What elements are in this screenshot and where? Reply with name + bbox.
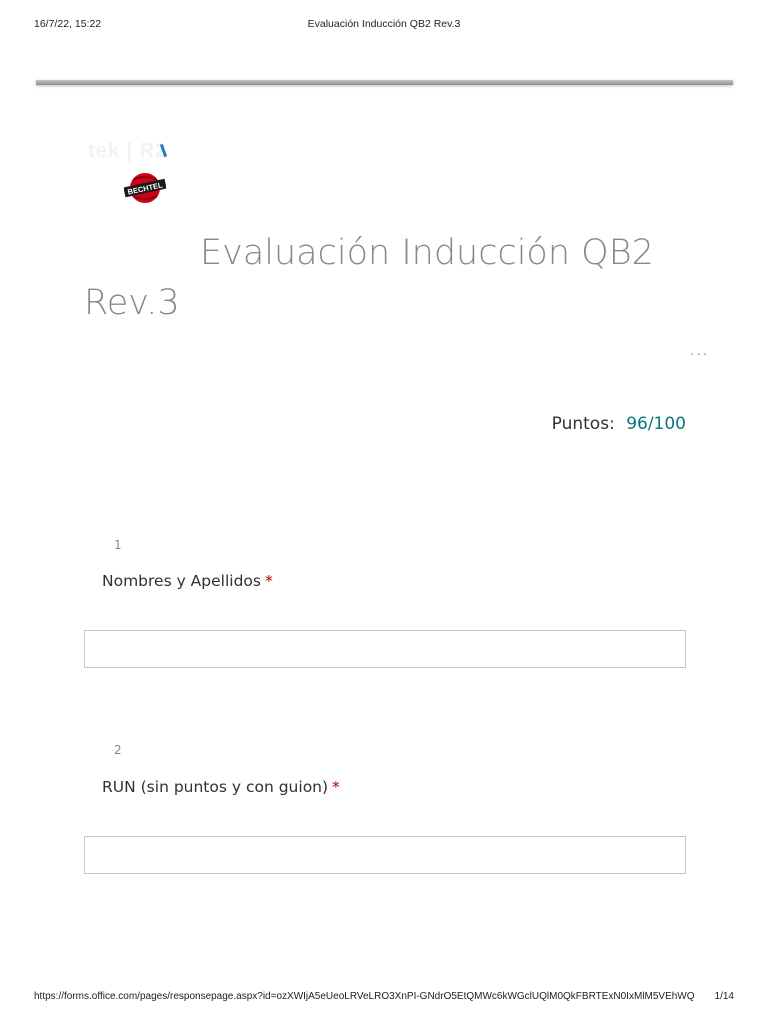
score-display: Puntos: 96/100 <box>552 414 686 434</box>
required-marker: * <box>264 572 273 590</box>
page-url-link[interactable]: https://forms.office.com/pages/responsep… <box>34 991 694 1002</box>
question-number: 2 <box>114 743 122 757</box>
question-title-text: Nombres y Apellidos <box>102 572 261 590</box>
question-title: RUN (sin puntos y con guion) * <box>102 778 340 796</box>
form-title-line2: Rev.3 <box>84 283 180 323</box>
bechtel-logo-icon: BECHTEL <box>124 173 166 203</box>
question-title: Nombres y Apellidos * <box>102 572 273 590</box>
score-label: Puntos: <box>551 414 615 434</box>
answer-input[interactable] <box>84 836 686 874</box>
print-footer: https://forms.office.com/pages/responsep… <box>34 991 734 1005</box>
form-title: Evaluación Inducción QB2 Rev.3 <box>84 228 684 328</box>
brand-logo-text: tek | R2 <box>88 140 168 162</box>
question-number: 1 <box>114 538 122 552</box>
score-value: 96/100 <box>626 414 686 434</box>
header-divider <box>36 80 733 85</box>
question-title-text: RUN (sin puntos y con guion) <box>102 778 329 796</box>
print-document-title: Evaluación Inducción QB2 Rev.3 <box>307 18 461 30</box>
more-options-icon[interactable]: ... <box>690 343 709 359</box>
header-logos: tek | R2 BECHTEL <box>86 140 216 210</box>
required-marker: * <box>332 778 340 796</box>
form-title-line1: Evaluación Inducción QB2 <box>200 233 654 273</box>
page-number: 1/14 <box>714 991 734 1002</box>
print-header: 16/7/22, 15:22 Evaluación Inducción QB2 … <box>34 18 734 32</box>
answer-input[interactable] <box>84 630 686 668</box>
